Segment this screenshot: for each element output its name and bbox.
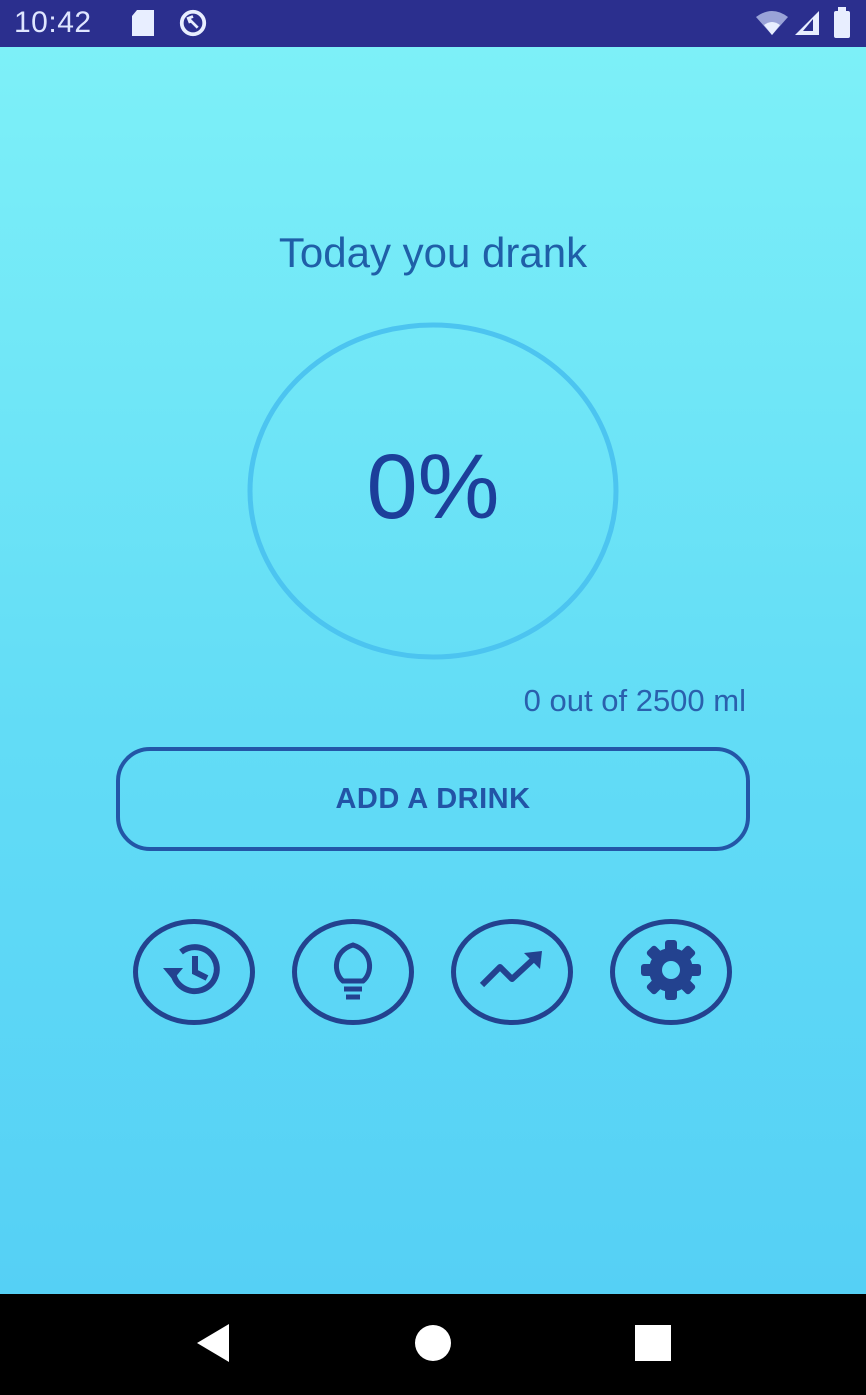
add-drink-button[interactable]: ADD A DRINK [116,747,750,851]
gear-icon [637,936,705,1009]
settings-button[interactable] [610,919,732,1025]
status-time: 10:42 [14,6,92,39]
history-button[interactable] [133,919,255,1025]
wifi-icon [752,8,792,38]
lightbulb-icon [323,937,383,1008]
back-button[interactable] [188,1322,238,1368]
recents-button[interactable] [628,1322,678,1368]
sync-icon [178,8,208,38]
sd-card-icon [128,8,158,38]
page-title: Today you drank [278,229,588,276]
home-button[interactable] [408,1322,458,1368]
progress-percent: 0% [366,436,500,538]
app-screen: Today you drank 0% 0 out of 2500 ml ADD … [0,47,866,1294]
tips-button[interactable] [292,919,414,1025]
battery-icon [830,7,854,38]
trending-up-icon [476,945,548,1000]
back-icon [193,1322,233,1369]
recents-icon [633,1323,673,1368]
signal-icon [792,8,822,38]
statistics-button[interactable] [451,919,573,1025]
home-icon [413,1323,453,1368]
navigation-bar [0,1294,866,1395]
intake-amount: 0 out of 2500 ml [523,683,746,718]
status-bar: 10:42 [0,0,866,47]
history-icon [159,938,229,1007]
